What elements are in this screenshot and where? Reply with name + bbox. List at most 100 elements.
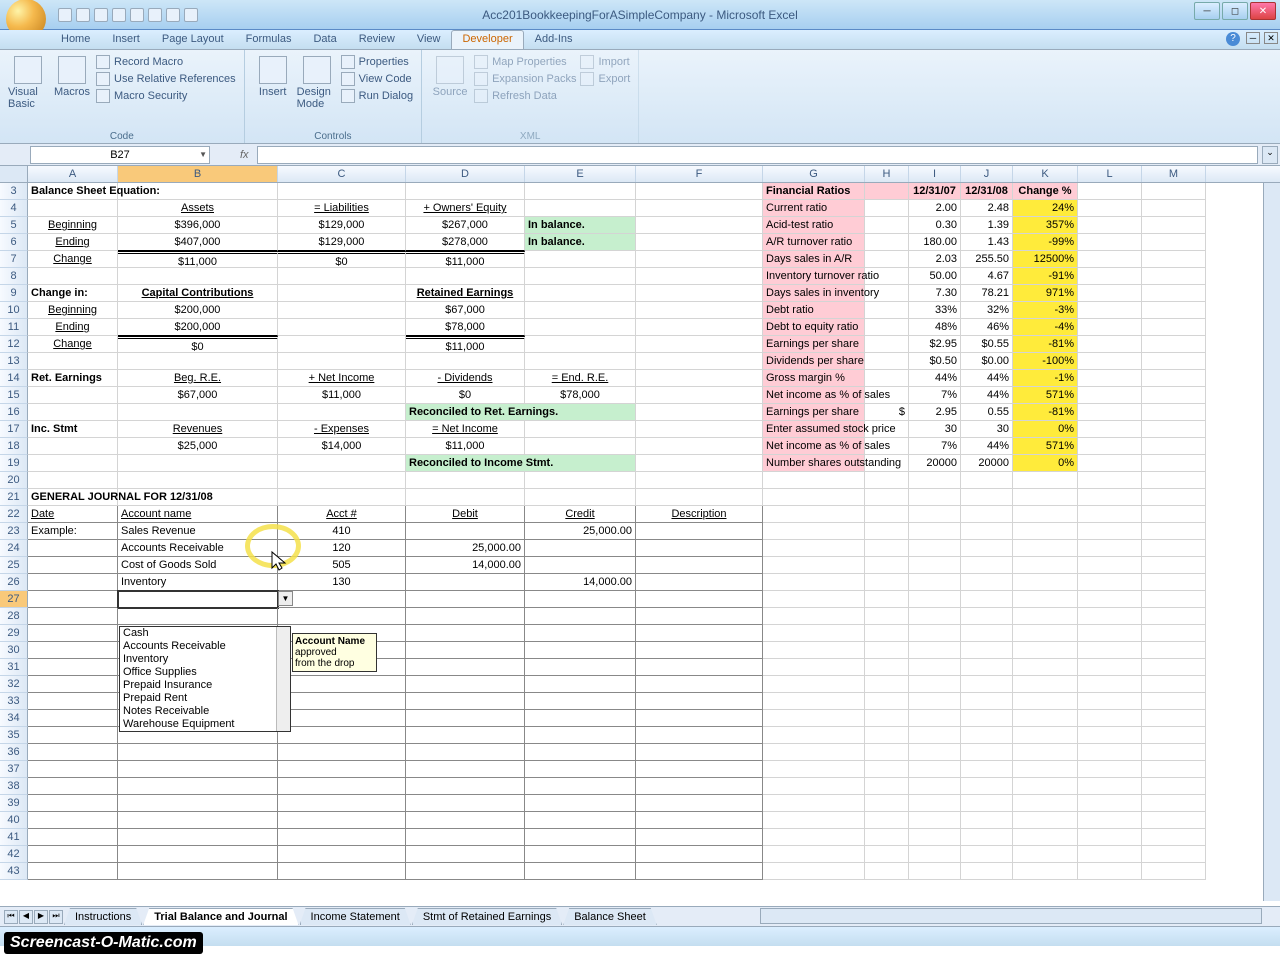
cell-K33[interactable] [1013,693,1078,710]
cell-K42[interactable] [1013,846,1078,863]
cell-J4[interactable]: 2.48 [961,200,1013,217]
cell-E35[interactable] [525,727,636,744]
cell-A20[interactable] [28,472,118,489]
cell-J11[interactable]: 46% [961,319,1013,336]
tab-data[interactable]: Data [302,30,347,49]
sheet-prev-icon[interactable]: ◀ [19,910,33,924]
cell-E37[interactable] [525,761,636,778]
cell-B41[interactable] [118,829,278,846]
cell-K15[interactable]: 571% [1013,387,1078,404]
cell-K38[interactable] [1013,778,1078,795]
cell-dropdown-list[interactable]: CashAccounts ReceivableInventoryOffice S… [119,626,291,732]
cell-E12[interactable] [525,336,636,353]
cell-I14[interactable]: 44% [909,370,961,387]
row-header-18[interactable]: 18 [0,438,28,455]
cell-G15[interactable]: Net income as % of sales [763,387,865,404]
cell-B22[interactable]: Account name [118,506,278,523]
cell-D11[interactable]: $78,000 [406,319,525,336]
cell-C41[interactable] [278,829,406,846]
cell-I18[interactable]: 7% [909,438,961,455]
row-header-23[interactable]: 23 [0,523,28,540]
cell-G20[interactable] [763,472,865,489]
fx-icon[interactable]: fx [240,149,249,161]
row-header-13[interactable]: 13 [0,353,28,370]
cell-G34[interactable] [763,710,865,727]
cell-A8[interactable] [28,268,118,285]
cell-A28[interactable] [28,608,118,625]
cell-C36[interactable] [278,744,406,761]
cell-A26[interactable] [28,574,118,591]
record-macro-button[interactable]: Record Macro [94,54,238,70]
row-header-8[interactable]: 8 [0,268,28,285]
cell-F26[interactable] [636,574,763,591]
cell-C35[interactable] [278,727,406,744]
cell-J28[interactable] [961,608,1013,625]
cell-E15[interactable]: $78,000 [525,387,636,404]
cell-F14[interactable] [636,370,763,387]
cell-F11[interactable] [636,319,763,336]
cell-C19[interactable] [278,455,406,472]
cell-I11[interactable]: 48% [909,319,961,336]
cell-J23[interactable] [961,523,1013,540]
cell-I32[interactable] [909,676,961,693]
qat-smiley-icon[interactable] [184,8,198,22]
cell-E11[interactable] [525,319,636,336]
cell-M28[interactable] [1142,608,1206,625]
cell-G30[interactable] [763,642,865,659]
vertical-scrollbar[interactable] [1263,183,1280,901]
cell-G10[interactable]: Debt ratio [763,302,865,319]
formula-bar[interactable] [257,146,1258,164]
cell-G7[interactable]: Days sales in A/R [763,251,865,268]
cell-A22[interactable]: Date [28,506,118,523]
cell-L23[interactable] [1078,523,1142,540]
cell-B5[interactable]: $396,000 [118,217,278,234]
row-header-43[interactable]: 43 [0,863,28,880]
cell-L18[interactable] [1078,438,1142,455]
dropdown-option[interactable]: Prepaid Insurance [120,679,290,692]
col-header-A[interactable]: A [28,166,118,182]
cell-K3[interactable]: Change % [1013,183,1078,200]
maximize-button[interactable]: ◻ [1222,2,1248,20]
cell-D39[interactable] [406,795,525,812]
cell-J17[interactable]: 30 [961,421,1013,438]
cell-M34[interactable] [1142,710,1206,727]
cell-L19[interactable] [1078,455,1142,472]
cell-J43[interactable] [961,863,1013,880]
cell-I12[interactable]: $2.95 [909,336,961,353]
cell-L39[interactable] [1078,795,1142,812]
cell-K39[interactable] [1013,795,1078,812]
row-header-21[interactable]: 21 [0,489,28,506]
row-header-12[interactable]: 12 [0,336,28,353]
cell-E29[interactable] [525,625,636,642]
cell-C12[interactable] [278,336,406,353]
cell-K36[interactable] [1013,744,1078,761]
cell-I17[interactable]: 30 [909,421,961,438]
cell-F17[interactable] [636,421,763,438]
cell-C10[interactable] [278,302,406,319]
cell-M33[interactable] [1142,693,1206,710]
cell-K12[interactable]: -81% [1013,336,1078,353]
cell-L21[interactable] [1078,489,1142,506]
row-header-33[interactable]: 33 [0,693,28,710]
cell-A29[interactable] [28,625,118,642]
cell-K17[interactable]: 0% [1013,421,1078,438]
cell-L40[interactable] [1078,812,1142,829]
cell-F42[interactable] [636,846,763,863]
cell-B24[interactable]: Accounts Receivable [118,540,278,557]
cell-K19[interactable]: 0% [1013,455,1078,472]
cell-D38[interactable] [406,778,525,795]
cell-B37[interactable] [118,761,278,778]
cell-G14[interactable]: Gross margin % [763,370,865,387]
cell-K20[interactable] [1013,472,1078,489]
cell-L12[interactable] [1078,336,1142,353]
cell-B19[interactable] [118,455,278,472]
cell-C21[interactable] [278,489,406,506]
cell-K43[interactable] [1013,863,1078,880]
cell-I21[interactable] [909,489,961,506]
cell-E26[interactable]: 14,000.00 [525,574,636,591]
cell-G16[interactable]: Earnings per share [763,404,865,421]
cell-F28[interactable] [636,608,763,625]
row-header-41[interactable]: 41 [0,829,28,846]
cell-L5[interactable] [1078,217,1142,234]
dropdown-option[interactable]: Notes Receivable [120,705,290,718]
